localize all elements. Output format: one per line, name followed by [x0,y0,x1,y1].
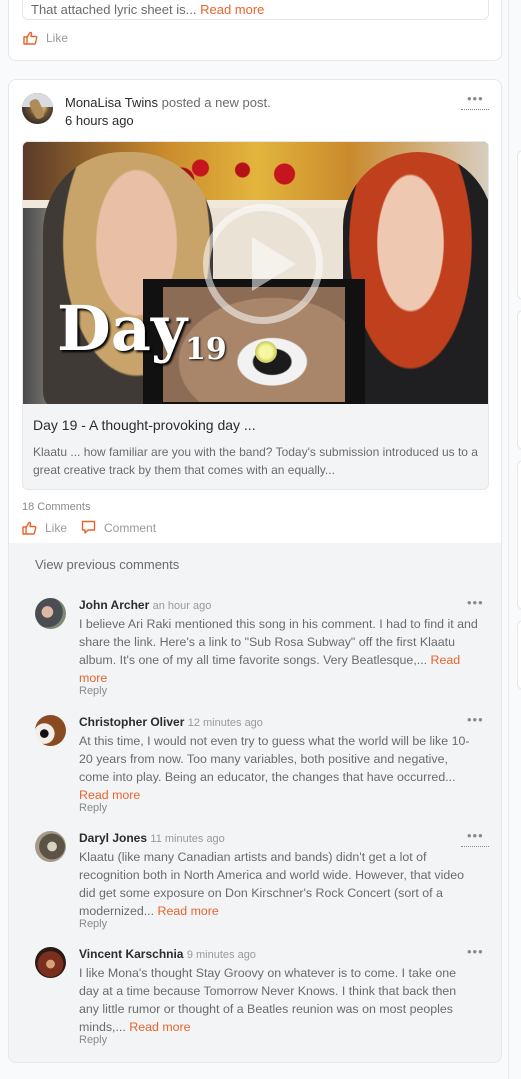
link-preview-title[interactable]: Day 19 - A thought-provoking day ... [33,417,256,433]
previous-post-excerpt: That attached lyric sheet is... [31,2,197,17]
read-more-link[interactable]: Read more [79,788,140,802]
comment-text: At this time, I would not even try to gu… [79,734,470,802]
like-button[interactable]: Like [23,31,68,45]
thumbnail-day-number: 19 [185,332,227,367]
like-label: Like [46,31,69,45]
thumbnail-day-text: Day [57,292,187,365]
post-more-button[interactable]: ••• [461,91,491,114]
ellipsis-icon: ••• [467,828,484,843]
comment-time: an hour ago [152,600,212,612]
link-preview-description: Klaatu ... how familiar are you with the… [33,445,478,477]
commenter-name[interactable]: Christopher Oliver [79,715,184,729]
comment-text: I like Mona's thought Stay Groovy on wha… [79,966,457,1034]
link-preview[interactable]: Day 19 Day 19 - A thought-provoking day … [22,141,489,490]
video-thumbnail[interactable]: Day 19 [23,142,488,404]
sidebar-widget-edge [517,460,521,610]
previous-post-quote: That attached lyric sheet is... Read mor… [22,0,489,20]
comment-text: Klaatu (like many Canadian artists and b… [79,850,465,918]
right-sidebar-edge [508,0,521,1079]
ellipsis-icon: ••• [467,712,484,727]
commenter-avatar[interactable] [35,947,66,978]
commenter-name[interactable]: Vincent Karschnia [79,947,183,961]
read-more-link[interactable]: Read more [200,2,264,17]
author-avatar[interactable] [22,93,53,124]
reply-link[interactable]: Reply [79,918,107,930]
previous-post-card: That attached lyric sheet is... Read mor… [8,0,502,61]
reply-link[interactable]: Reply [79,802,107,814]
post-timestamp[interactable]: 6 hours ago [65,113,134,128]
read-more-link[interactable]: Read more [158,904,219,918]
post-card: MonaLisa Twins posted a new post. 6 hour… [8,79,502,1063]
post-action-text: posted a new post. [161,95,271,110]
thumbs-up-icon [22,521,37,535]
thumbs-up-icon [23,31,38,45]
comment-time: 12 minutes ago [187,717,263,729]
comment-bubble-icon [81,520,96,534]
commenter-avatar[interactable] [35,831,66,862]
commenter-avatar[interactable] [35,715,66,746]
sidebar-widget-edge [517,310,521,450]
commenter-avatar[interactable] [35,598,66,629]
post-actions: Like Comment [22,520,156,535]
comment-time: 11 minutes ago [150,833,225,845]
post-header: MonaLisa Twins posted a new post. [65,95,271,110]
sidebar-widget-edge [517,620,521,690]
comment-count[interactable]: 18 Comments [22,501,90,513]
play-circle-icon[interactable] [203,204,323,324]
read-more-link[interactable]: Read more [129,1020,190,1034]
commenter-name[interactable]: John Archer [79,598,149,612]
like-label: Like [45,520,68,535]
commenter-name[interactable]: Daryl Jones [79,831,147,845]
post-author-link[interactable]: MonaLisa Twins [65,95,158,110]
comment-button[interactable]: Comment [81,520,156,535]
ellipsis-icon: ••• [467,944,484,959]
comment-time: 9 minutes ago [186,949,256,961]
comment-text: I believe Ari Raki mentioned this song i… [79,617,478,685]
reply-link[interactable]: Reply [79,685,107,697]
view-previous-comments-link[interactable]: View previous comments [35,557,179,572]
reply-link[interactable]: Reply [79,1034,107,1046]
activity-feed: That attached lyric sheet is... Read mor… [0,0,521,1079]
ellipsis-icon: ••• [467,595,484,610]
ellipsis-icon: ••• [467,91,484,106]
sidebar-widget-edge [517,150,521,300]
comments-section: View previous comments John Archer an ho… [9,543,501,1062]
comment-label: Comment [104,520,157,535]
like-button[interactable]: Like [22,520,67,535]
